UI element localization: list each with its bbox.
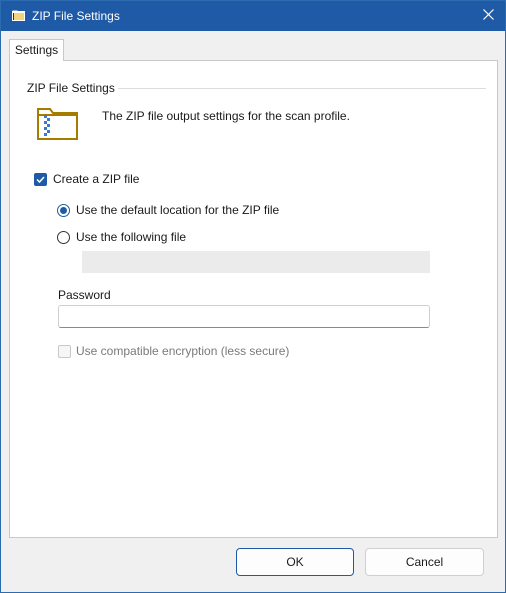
create-zip-label[interactable]: Create a ZIP file: [53, 172, 139, 186]
settings-panel: ZIP File Settings The ZIP file output se…: [9, 60, 498, 538]
checkmark-icon: [36, 176, 45, 184]
compatible-encryption-checkbox[interactable]: [58, 345, 71, 358]
folder-icon: [12, 10, 25, 21]
group-title: ZIP File Settings: [27, 81, 115, 95]
tab-settings[interactable]: Settings: [9, 39, 64, 61]
group-divider: [118, 88, 486, 89]
password-label: Password: [58, 288, 111, 302]
password-field[interactable]: [58, 305, 430, 328]
default-location-radio[interactable]: [57, 204, 70, 217]
following-file-radio[interactable]: [57, 231, 70, 244]
group-description: The ZIP file output settings for the sca…: [102, 109, 350, 123]
file-path-input[interactable]: [82, 251, 430, 273]
close-button[interactable]: [471, 1, 505, 31]
close-icon: [482, 9, 494, 23]
ok-button[interactable]: OK: [236, 548, 354, 576]
zip-folder-icon: [36, 106, 80, 142]
default-location-label[interactable]: Use the default location for the ZIP fil…: [76, 203, 279, 217]
dialog-window: ZIP File Settings Settings ZIP File Sett…: [0, 0, 506, 593]
following-file-label[interactable]: Use the following file: [76, 230, 186, 244]
title-bar: ZIP File Settings: [1, 1, 505, 31]
compatible-encryption-label[interactable]: Use compatible encryption (less secure): [76, 344, 289, 358]
create-zip-checkbox[interactable]: [34, 173, 47, 186]
cancel-button[interactable]: Cancel: [365, 548, 484, 576]
window-title: ZIP File Settings: [32, 9, 120, 23]
